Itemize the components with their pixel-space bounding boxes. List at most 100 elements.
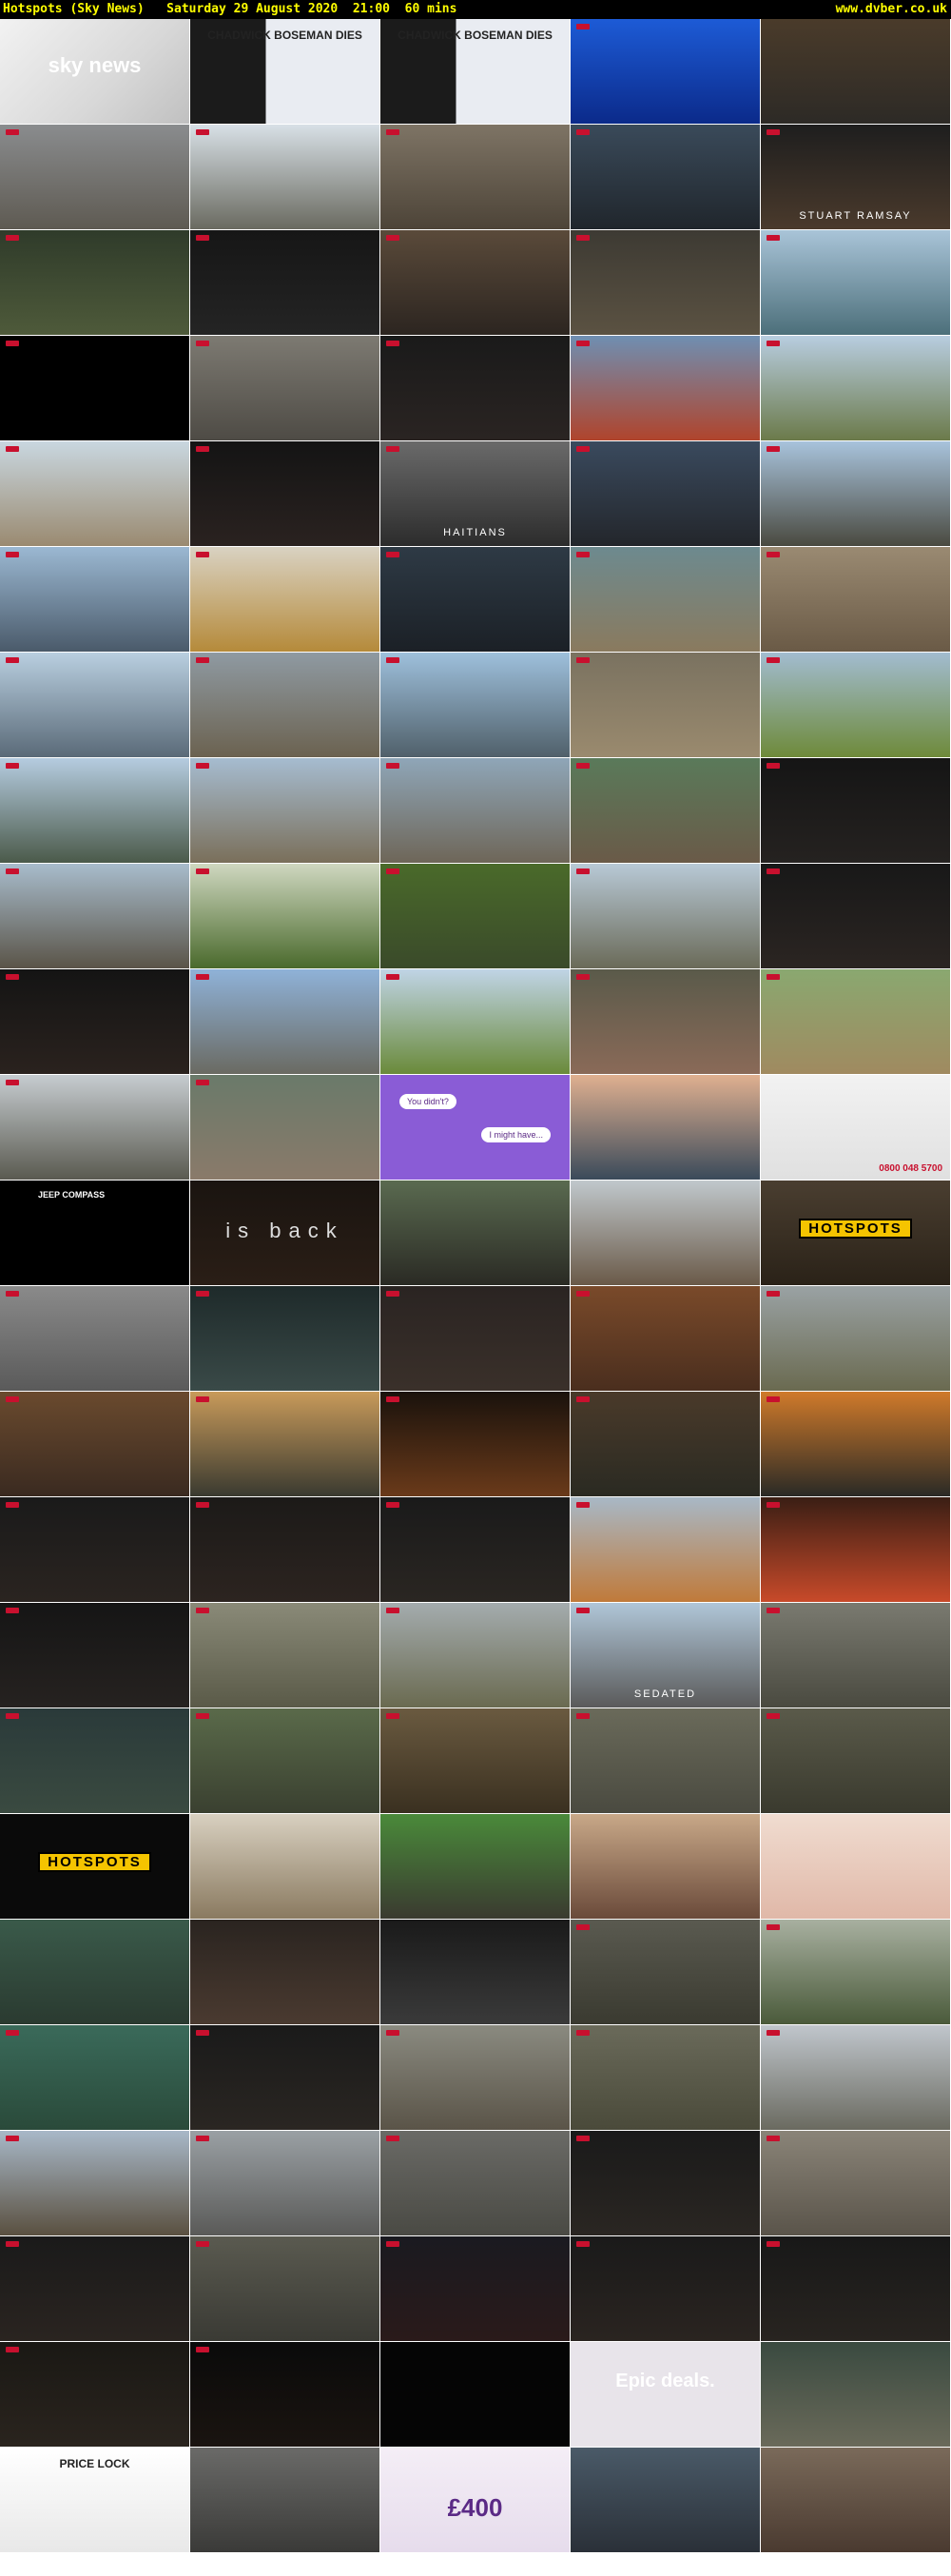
thumbnail[interactable] [571,2025,761,2131]
thumbnail[interactable] [190,653,380,758]
thumbnail[interactable] [0,2342,190,2448]
site-link[interactable]: www.dvber.co.uk [836,0,947,19]
thumbnail[interactable] [0,2236,190,2342]
thumbnail[interactable] [380,1392,571,1497]
thumbnail[interactable] [571,1075,761,1181]
thumbnail[interactable] [380,969,571,1075]
thumbnail[interactable] [571,758,761,864]
thumbnail[interactable]: HOTSPOTS [761,1181,951,1286]
thumbnail[interactable] [380,1603,571,1708]
thumbnail[interactable] [571,2448,761,2553]
thumbnail[interactable] [571,2236,761,2342]
thumbnail[interactable] [761,758,951,864]
thumbnail[interactable] [571,547,761,653]
thumbnail[interactable] [571,1920,761,2025]
thumbnail[interactable]: HOTSPOTS [0,1814,190,1920]
thumbnail[interactable] [380,336,571,441]
thumbnail[interactable] [571,2131,761,2236]
thumbnail[interactable] [190,1603,380,1708]
thumbnail[interactable] [761,1814,951,1920]
thumbnail[interactable] [761,1286,951,1392]
thumbnail[interactable] [761,2342,951,2448]
thumbnail[interactable] [571,336,761,441]
thumbnail[interactable] [380,1920,571,2025]
thumbnail[interactable] [380,547,571,653]
thumbnail[interactable] [0,1708,190,1814]
thumbnail[interactable] [190,864,380,969]
thumbnail[interactable] [761,336,951,441]
thumbnail[interactable] [380,1181,571,1286]
thumbnail[interactable] [190,1920,380,2025]
thumbnail[interactable] [190,758,380,864]
thumbnail[interactable] [571,653,761,758]
thumbnail[interactable]: You didn't? I might have... [380,1075,571,1181]
thumbnail[interactable]: SEDATED [571,1603,761,1708]
thumbnail[interactable] [0,230,190,336]
thumbnail[interactable] [761,1708,951,1814]
thumbnail[interactable] [190,230,380,336]
thumbnail[interactable] [0,336,190,441]
thumbnail[interactable] [380,864,571,969]
thumbnail[interactable]: sky news [0,19,190,125]
thumbnail[interactable] [380,1497,571,1603]
thumbnail[interactable] [761,1392,951,1497]
thumbnail[interactable] [190,1814,380,1920]
thumbnail[interactable] [571,1286,761,1392]
thumbnail[interactable] [190,2131,380,2236]
thumbnail[interactable] [380,1286,571,1392]
thumbnail[interactable] [571,864,761,969]
thumbnail[interactable] [0,441,190,547]
thumbnail[interactable] [190,336,380,441]
thumbnail[interactable] [190,1392,380,1497]
thumbnail[interactable] [190,2448,380,2553]
thumbnail[interactable] [0,1497,190,1603]
thumbnail[interactable] [380,653,571,758]
thumbnail[interactable] [380,1814,571,1920]
thumbnail[interactable] [761,2025,951,2131]
thumbnail[interactable] [0,1603,190,1708]
thumbnail[interactable] [0,2025,190,2131]
thumbnail[interactable]: HAITIANS [380,441,571,547]
thumbnail[interactable]: PRICE LOCK [0,2448,190,2553]
thumbnail[interactable] [380,2342,571,2448]
thumbnail[interactable] [190,125,380,230]
thumbnail[interactable] [761,230,951,336]
thumbnail[interactable] [0,758,190,864]
thumbnail[interactable] [0,1286,190,1392]
thumbnail[interactable] [571,125,761,230]
thumbnail[interactable] [0,2131,190,2236]
thumbnail[interactable] [0,653,190,758]
thumbnail[interactable] [761,969,951,1075]
thumbnail[interactable] [190,2342,380,2448]
thumbnail[interactable] [761,2236,951,2342]
thumbnail[interactable] [190,969,380,1075]
thumbnail[interactable]: JEEP COMPASS [0,1181,190,1286]
thumbnail[interactable] [380,2025,571,2131]
thumbnail[interactable] [571,1497,761,1603]
thumbnail[interactable] [761,1603,951,1708]
thumbnail[interactable] [571,1392,761,1497]
thumbnail[interactable] [190,2236,380,2342]
thumbnail[interactable] [380,2131,571,2236]
thumbnail[interactable] [761,864,951,969]
thumbnail[interactable] [571,1708,761,1814]
thumbnail[interactable] [0,1920,190,2025]
thumbnail[interactable] [190,441,380,547]
thumbnail[interactable] [761,441,951,547]
thumbnail[interactable] [571,19,761,125]
thumbnail[interactable] [380,230,571,336]
thumbnail[interactable] [761,19,951,125]
thumbnail[interactable]: £400 [380,2448,571,2553]
thumbnail[interactable] [761,547,951,653]
thumbnail[interactable] [380,758,571,864]
thumbnail[interactable] [761,1920,951,2025]
thumbnail[interactable] [571,1181,761,1286]
thumbnail[interactable] [190,547,380,653]
thumbnail[interactable] [571,969,761,1075]
thumbnail[interactable]: Epic deals. [571,2342,761,2448]
thumbnail[interactable] [761,1497,951,1603]
thumbnail[interactable] [190,2025,380,2131]
thumbnail[interactable] [190,1708,380,1814]
thumbnail[interactable] [190,1497,380,1603]
thumbnail[interactable] [190,1075,380,1181]
